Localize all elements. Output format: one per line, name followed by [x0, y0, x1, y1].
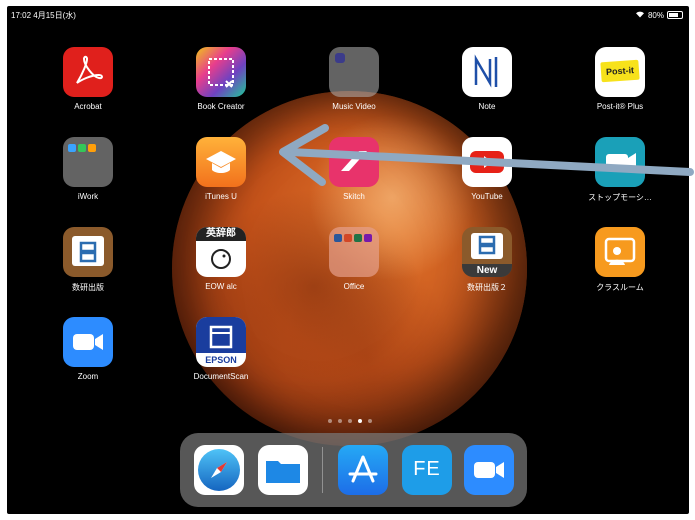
- post-it-logo: Post-it: [600, 59, 640, 83]
- app-label: Acrobat: [74, 102, 102, 111]
- app-suken[interactable]: 数研出版: [43, 227, 133, 293]
- page-dot[interactable]: [328, 419, 332, 423]
- app-stop-motion[interactable]: ストップモーシ…: [575, 137, 665, 203]
- ipad-home-screen: 17:02 4月15日(水) 80% Acrobat Book Creator …: [7, 6, 689, 514]
- app-itunes-u[interactable]: iTunes U: [176, 137, 266, 201]
- app-label: Office: [343, 282, 365, 291]
- folder-icon: [329, 227, 379, 277]
- app-label: 数研出版: [72, 283, 104, 292]
- app-documentscan[interactable]: EPSON DocumentScan: [176, 317, 266, 381]
- page-dot-current[interactable]: [358, 419, 362, 423]
- epson-logo-text: EPSON: [205, 355, 237, 365]
- app-label: YouTube: [471, 192, 503, 201]
- app-note[interactable]: Note: [442, 47, 532, 111]
- app-label: EOW alc: [205, 282, 237, 291]
- folder-icon: [329, 47, 379, 97]
- files-icon[interactable]: [258, 445, 308, 495]
- app-post-it[interactable]: Post-it Post-it® Plus: [575, 47, 665, 111]
- app-label: Zoom: [77, 372, 99, 381]
- app-youtube[interactable]: YouTube: [442, 137, 532, 201]
- app-skitch[interactable]: Skitch: [309, 137, 399, 201]
- app-eow[interactable]: 英辞郎 EOW alc: [176, 227, 266, 291]
- app-label: 数研出版２: [467, 283, 507, 292]
- app-acrobat[interactable]: Acrobat: [43, 47, 133, 111]
- new-badge: New: [462, 264, 512, 277]
- fe-icon-text: FE: [413, 458, 441, 480]
- epson-scan-icon: EPSON: [196, 317, 246, 367]
- acrobat-icon: [63, 47, 113, 97]
- dock-separator: [322, 447, 323, 493]
- battery-icon: [667, 11, 683, 19]
- app-label: Music Video: [332, 102, 376, 111]
- app-label: Skitch: [343, 192, 365, 201]
- skitch-icon: [329, 137, 379, 187]
- page-dot[interactable]: [368, 419, 372, 423]
- app-label: Post-it® Plus: [596, 102, 644, 111]
- safari-icon[interactable]: [194, 445, 244, 495]
- app-suken-2[interactable]: New 数研出版２: [442, 227, 532, 293]
- app-folder-office[interactable]: Office: [309, 227, 399, 291]
- app-label: iTunes U: [205, 192, 237, 201]
- stop-motion-icon: [595, 137, 645, 187]
- app-book-creator[interactable]: Book Creator: [176, 47, 266, 111]
- app-label: クラスルーム: [596, 283, 644, 292]
- app-zoom[interactable]: Zoom: [43, 317, 133, 381]
- suken-icon: [63, 227, 113, 277]
- app-label: DocumentScan: [193, 372, 249, 381]
- wifi-icon: [635, 10, 645, 20]
- battery-fill: [669, 13, 678, 17]
- itunes-u-icon: [196, 137, 246, 187]
- page-dot[interactable]: [348, 419, 352, 423]
- battery-percent: 80%: [647, 10, 664, 20]
- page-dot[interactable]: [338, 419, 342, 423]
- status-time: 17:02 4月15日(水): [11, 11, 76, 20]
- classroom-icon: [595, 227, 645, 277]
- app-label: ストップモーシ…: [588, 193, 652, 202]
- zoom-icon[interactable]: [464, 445, 514, 495]
- app-store-icon[interactable]: [338, 445, 388, 495]
- app-folder-iwork[interactable]: iWork: [43, 137, 133, 201]
- zoom-icon: [63, 317, 113, 367]
- app-label: iWork: [77, 192, 99, 201]
- page-indicator[interactable]: [328, 419, 372, 423]
- app-classroom[interactable]: クラスルーム: [575, 227, 665, 293]
- dock: FE: [180, 433, 527, 507]
- post-it-icon: Post-it: [595, 47, 645, 97]
- suken-icon: New: [462, 227, 512, 277]
- status-bar: 17:02 4月15日(水) 80%: [11, 8, 683, 22]
- app-label: Book Creator: [197, 102, 245, 111]
- folder-icon: [63, 137, 113, 187]
- app-label: Note: [478, 102, 496, 111]
- youtube-icon: [462, 137, 512, 187]
- app-folder-music-video[interactable]: Music Video: [309, 47, 399, 111]
- fe-icon[interactable]: FE: [402, 445, 452, 495]
- eow-icon: 英辞郎: [196, 227, 246, 277]
- note-icon: [462, 47, 512, 97]
- book-creator-icon: [196, 47, 246, 97]
